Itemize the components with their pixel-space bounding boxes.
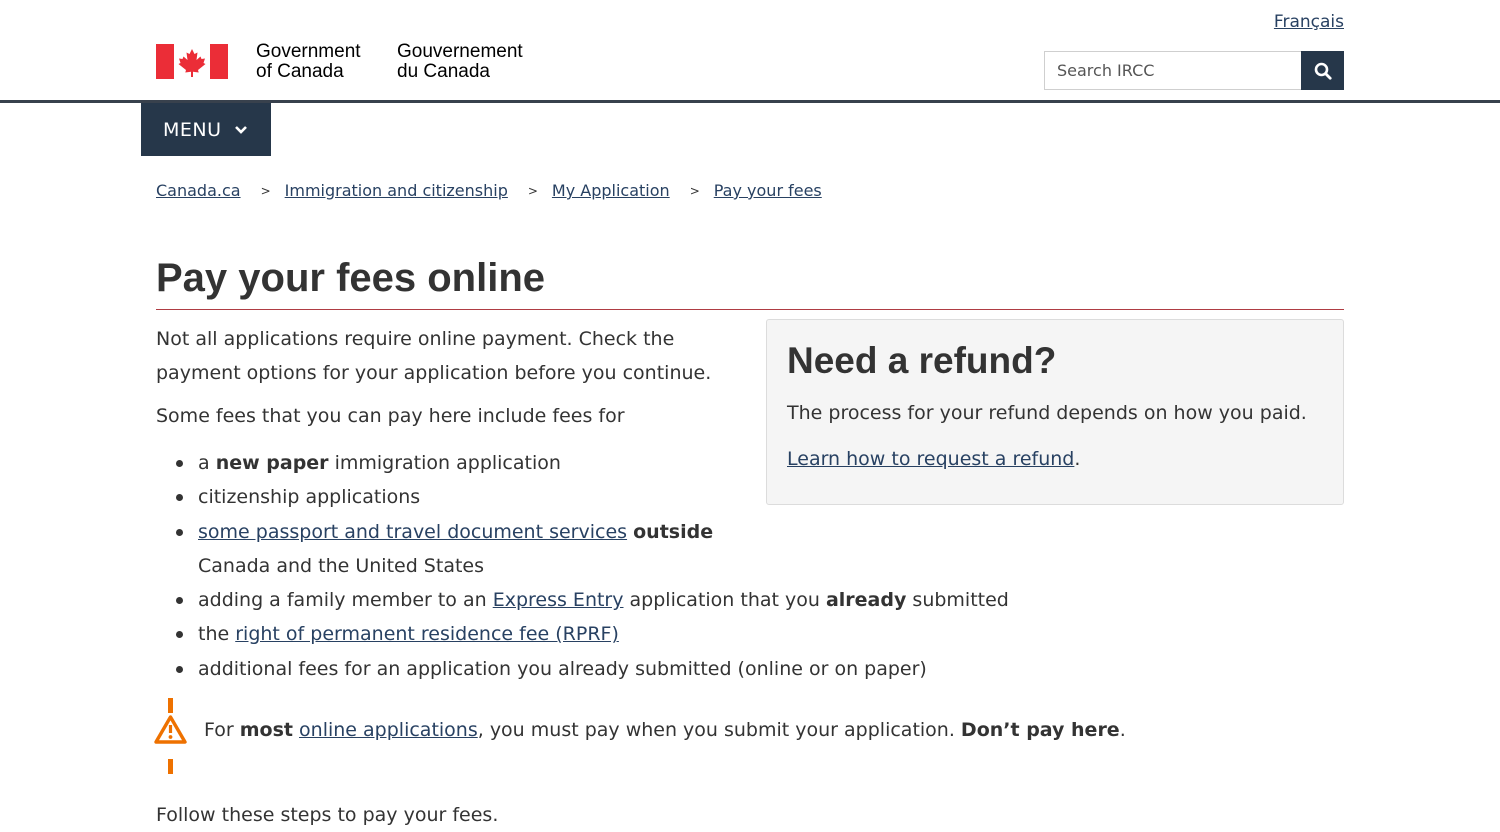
refund-title: Need a refund? <box>787 340 1057 381</box>
item-text: the <box>198 623 236 646</box>
warning-text-part: . <box>1119 719 1126 741</box>
menu-button[interactable]: MENU <box>141 103 271 156</box>
intro-paragraph: Not all applications require online paym… <box>156 328 712 384</box>
breadcrumb-separator: > <box>689 183 700 198</box>
item-text: a <box>198 452 216 474</box>
warning-alert: For most online applications, you must p… <box>152 698 1252 774</box>
signature-en-line1: Government <box>256 41 361 62</box>
item-text: application that you <box>623 589 826 612</box>
breadcrumb-my-application[interactable]: My Application <box>552 181 670 200</box>
search-bar <box>1044 51 1344 90</box>
breadcrumb-canada[interactable]: Canada.ca <box>156 181 241 200</box>
signature-english: Government of Canada <box>256 42 361 82</box>
item-text: Canada and the United States <box>198 554 485 577</box>
warning-text-part: For <box>204 719 240 741</box>
chevron-down-icon <box>234 125 248 135</box>
passport-services-link[interactable]: some passport and travel document servic… <box>198 521 627 543</box>
warning-text: For most online applications, you must p… <box>204 715 1126 745</box>
signature-en-line2: of Canada <box>256 61 344 82</box>
item-text: additional fees for an application you a… <box>198 657 927 680</box>
breadcrumb: Canada.ca > Immigration and citizenship … <box>156 181 822 200</box>
item-bold: new paper <box>215 452 329 474</box>
language-toggle-link[interactable]: Français <box>1274 12 1344 32</box>
warning-bold: Don’t pay here <box>960 719 1120 741</box>
breadcrumb-separator: > <box>260 183 271 198</box>
warning-text-part: , you must pay when you submit your appl… <box>477 719 961 741</box>
title-underline <box>156 309 1344 310</box>
page-title: Pay your fees online <box>156 256 546 300</box>
online-applications-link[interactable]: online applications <box>299 719 478 741</box>
signature-fr-line1: Gouvernement <box>397 41 523 62</box>
breadcrumb-immigration[interactable]: Immigration and citizenship <box>285 181 508 200</box>
rprf-link[interactable]: right of permanent residence fee (RPRF) <box>235 623 619 645</box>
canada-flag-icon[interactable] <box>156 44 228 79</box>
breadcrumb-pay-fees[interactable]: Pay your fees <box>714 181 822 200</box>
fees-lead-paragraph: Some fees that you can pay here include … <box>156 405 625 427</box>
refund-panel: Need a refund? The process for your refu… <box>766 319 1344 505</box>
refund-body: The process for your refund depends on h… <box>787 402 1307 424</box>
list-item: some passport and travel document servic… <box>156 515 1056 584</box>
item-text: citizenship applications <box>198 486 421 509</box>
breadcrumb-separator: > <box>527 183 538 198</box>
refund-link-suffix: . <box>1074 448 1081 470</box>
request-refund-link[interactable]: Learn how to request a refund <box>787 448 1074 470</box>
item-bold: outside <box>633 520 714 543</box>
item-bold: already <box>825 589 907 612</box>
express-entry-link[interactable]: Express Entry <box>493 589 624 611</box>
item-text: submitted <box>906 589 1009 612</box>
list-item: the right of permanent residence fee (RP… <box>156 617 1056 651</box>
warning-bold: most <box>239 719 293 741</box>
menu-label: MENU <box>163 118 222 141</box>
signature-french: Gouvernement du Canada <box>397 42 523 82</box>
item-text: adding a family member to an <box>198 589 493 612</box>
search-input[interactable] <box>1044 51 1302 90</box>
warning-icon <box>154 698 187 774</box>
item-text: immigration application <box>328 452 561 474</box>
list-item: adding a family member to an Express Ent… <box>156 583 1056 617</box>
follow-steps-paragraph: Follow these steps to pay your fees. <box>156 804 499 826</box>
search-button[interactable] <box>1301 51 1344 90</box>
signature-fr-line2: du Canada <box>397 61 490 82</box>
list-item: additional fees for an application you a… <box>156 652 1056 686</box>
refund-link-paragraph: Learn how to request a refund. <box>787 442 1323 476</box>
magnifier-icon <box>1314 62 1332 80</box>
